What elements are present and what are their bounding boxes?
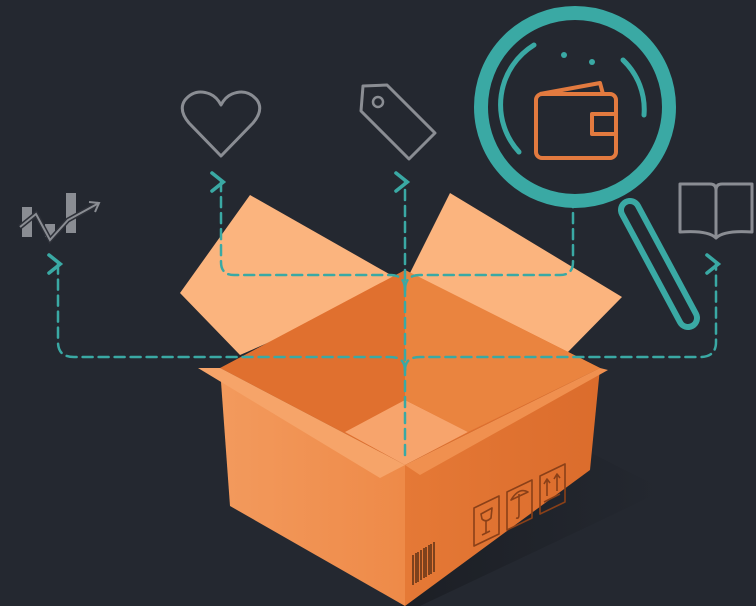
- illustration-canvas: [18, 6, 754, 606]
- growth-chart-icon: [18, 193, 101, 245]
- illustration-scene: [0, 0, 756, 606]
- price-tag-icon: [359, 83, 437, 161]
- magnifier-ring: [474, 6, 676, 208]
- heart-icon: [180, 90, 262, 158]
- open-book-icon: [678, 182, 754, 240]
